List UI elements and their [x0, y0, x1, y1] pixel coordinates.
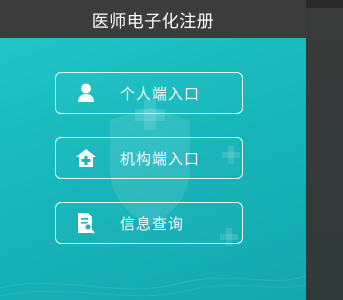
- app-window: 医师电子化注册 个人端入口 机构端入口 信息查询: [0, 0, 306, 300]
- window-title: 医师电子化注册: [91, 11, 215, 32]
- main-panel: 个人端入口 机构端入口 信息查询: [0, 38, 306, 300]
- institution-entry-label: 机构端入口: [120, 149, 201, 168]
- info-query-button[interactable]: 信息查询: [55, 202, 243, 244]
- person-icon: [74, 81, 98, 105]
- document-search-icon: [74, 211, 98, 235]
- info-query-label: 信息查询: [120, 214, 185, 233]
- medical-house-icon: [74, 146, 98, 170]
- background-window-band: [306, 0, 343, 8]
- personal-entry-label: 个人端入口: [120, 84, 201, 103]
- background-window-edge: [306, 0, 343, 300]
- institution-entry-button[interactable]: 机构端入口: [55, 137, 243, 179]
- personal-entry-button[interactable]: 个人端入口: [55, 72, 243, 114]
- title-bar: 医师电子化注册: [0, 0, 306, 38]
